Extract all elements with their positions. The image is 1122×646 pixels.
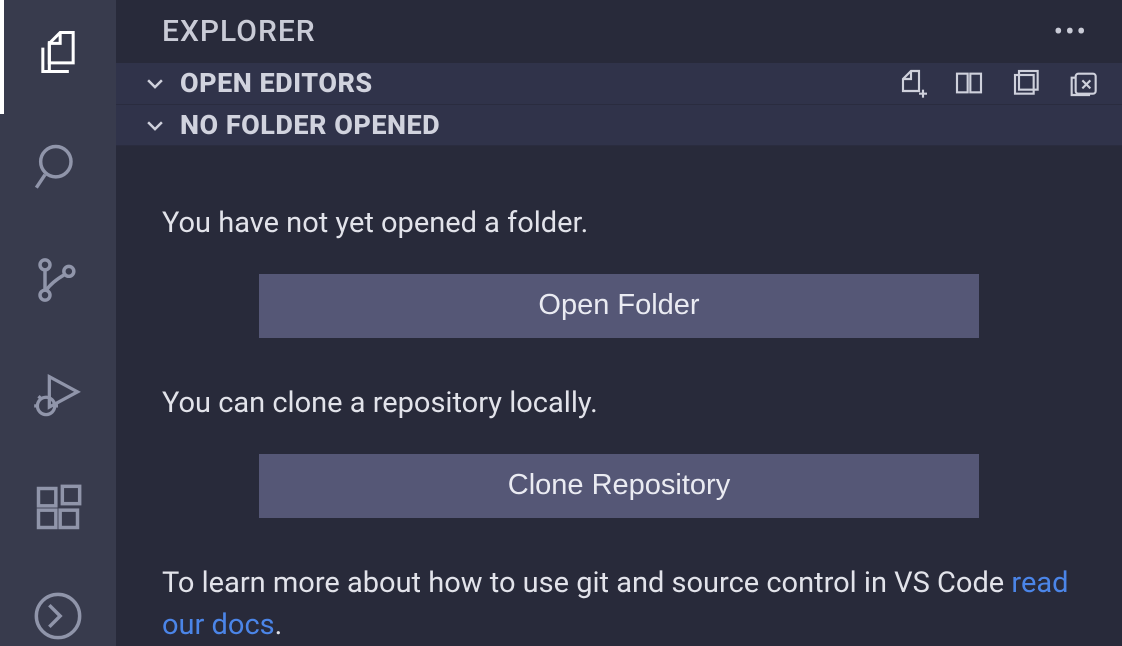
welcome-text-line3: To learn more about how to use git and s… [162,562,1076,646]
welcome-text-line2: You can clone a repository locally. [162,382,1076,424]
welcome-line3-prefix: To learn more about how to use git and s… [162,566,1011,600]
no-folder-section-header[interactable]: NO FOLDER OPENED [116,105,1122,146]
activity-run-debug-icon[interactable] [30,366,86,422]
toggle-layout-icon[interactable] [952,66,986,100]
explorer-title: EXPLORER [162,14,316,49]
no-folder-label: NO FOLDER OPENED [180,109,440,141]
explorer-header: EXPLORER ••• [116,0,1122,63]
chevron-down-icon [144,114,166,136]
open-editors-actions [894,66,1102,100]
open-editors-section-header[interactable]: OPEN EDITORS [116,63,1122,104]
no-folder-welcome: You have not yet opened a folder. Open F… [116,146,1122,646]
clone-repository-button[interactable]: Clone Repository [259,454,979,518]
welcome-text-line1: You have not yet opened a folder. [162,202,1076,244]
welcome-line3-suffix: . [275,608,283,642]
open-folder-button[interactable]: Open Folder [259,274,979,338]
explorer-sidebar: EXPLORER ••• OPEN EDITORS [116,0,1122,646]
activity-live-share-icon[interactable] [30,588,86,644]
close-all-icon[interactable] [1068,66,1102,100]
explorer-more-icon[interactable]: ••• [1054,15,1088,48]
activity-bar [0,0,116,646]
chevron-down-icon [144,72,166,94]
activity-source-control-icon[interactable] [30,252,86,308]
open-editors-label: OPEN EDITORS [180,67,373,99]
new-file-icon[interactable] [894,66,928,100]
activity-search-icon[interactable] [30,138,86,194]
activity-explorer-icon[interactable] [30,24,86,80]
save-all-icon[interactable] [1010,66,1044,100]
activity-extensions-icon[interactable] [30,480,86,536]
